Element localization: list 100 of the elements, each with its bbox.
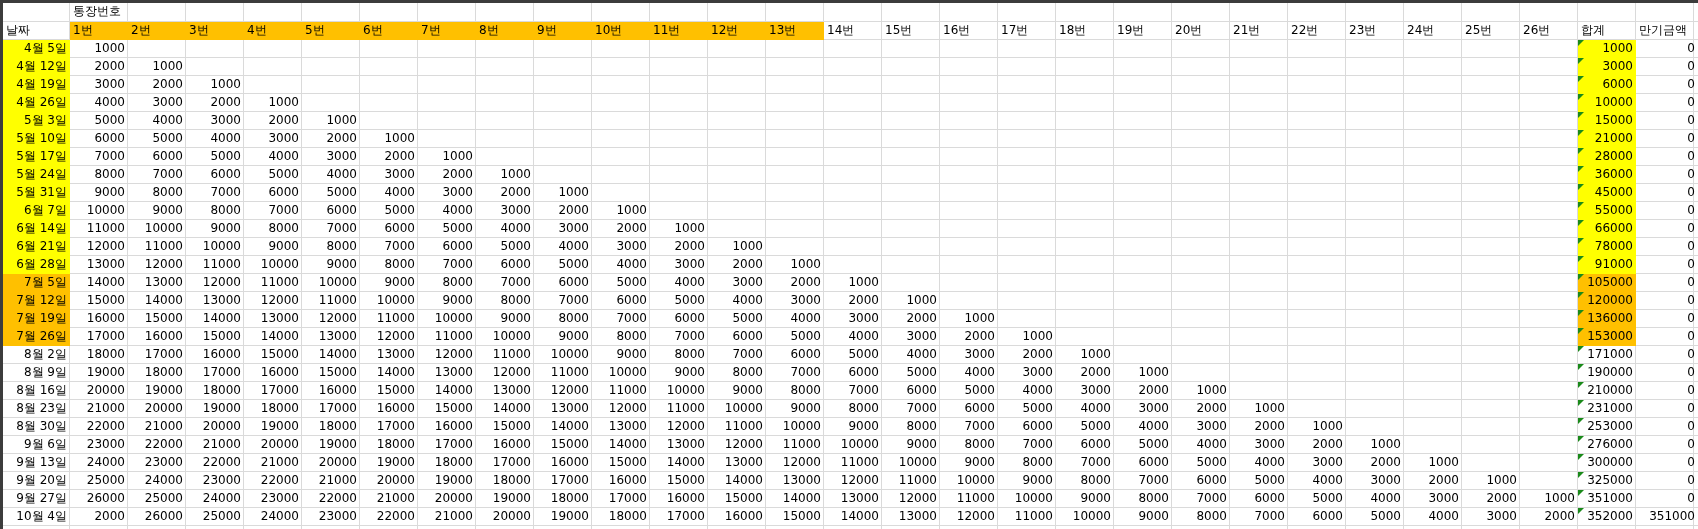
table-cell-text: 1000 [615, 202, 648, 219]
table-cell-text: 5000 [151, 130, 184, 147]
table-cell-text: 2000 [151, 76, 184, 93]
table-cell-text: 2000 [1485, 490, 1518, 507]
table-cell-text: 11000 [1013, 508, 1054, 525]
table-cell-text: 20000 [491, 508, 532, 525]
column-header: 8번 [476, 22, 534, 40]
table-cell-text: 10000 [665, 382, 706, 399]
table-cell-text: 11000 [723, 418, 764, 435]
table-cell-text: 7000 [673, 328, 706, 345]
table-cell-text: 190000 [1586, 364, 1634, 381]
table-cell-text: 1000 [673, 220, 706, 237]
table-cell-text: 15000 [201, 328, 242, 345]
column-header: 26번 [1522, 22, 1552, 39]
table-cell-text: 9000 [499, 310, 532, 327]
table-cell-text: 0 [1686, 130, 1696, 147]
table-cell-text: 20000 [85, 382, 126, 399]
table-cell-text: 276000 [1586, 436, 1634, 453]
table-cell-text: 19000 [259, 418, 300, 435]
table-cell-text: 4000 [1369, 490, 1402, 507]
table-cell-text: 7000 [789, 364, 822, 381]
table-cell-text: 6000 [151, 148, 184, 165]
table-cell-text: 20000 [143, 400, 184, 417]
table-cell: 45000 [1578, 184, 1636, 202]
table-cell-text: 12000 [491, 364, 532, 381]
table-cell-text: 22000 [143, 436, 184, 453]
table-cell-text: 6000 [731, 328, 764, 345]
table-cell-text: 8000 [267, 220, 300, 237]
table-cell-text: 0 [1686, 256, 1696, 273]
table-cell-text: 9000 [1137, 508, 1170, 525]
table-cell-text: 7000 [151, 166, 184, 183]
table-cell-text: 21000 [143, 418, 184, 435]
column-header: 12번 [708, 22, 766, 40]
table-cell-text: 3000 [557, 220, 590, 237]
table-cell-text: 0 [1686, 346, 1696, 363]
table-cell-text: 9000 [963, 454, 996, 471]
table-cell-text: 4000 [557, 238, 590, 255]
table-cell-text: 10000 [897, 454, 938, 471]
table-cell-text: 20000 [259, 436, 300, 453]
table-cell-text: 6000 [963, 400, 996, 417]
table-cell-text: 13000 [143, 274, 184, 291]
table-cell-text: 19000 [317, 436, 358, 453]
table-cell-text: 351000 [1648, 508, 1696, 525]
column-header: 1번 [70, 22, 128, 40]
column-header: 18번 [1058, 22, 1088, 39]
table-cell-text: 4000 [499, 220, 532, 237]
table-cell-text: 9000 [615, 346, 648, 363]
table-cell-text: 4000 [615, 256, 648, 273]
table-cell-text: 10000 [375, 292, 416, 309]
table-cell-text: 15000 [375, 382, 416, 399]
table-cell-text: 1000 [1543, 490, 1576, 507]
row-header: 9월 27일 [15, 490, 68, 507]
table-cell-text: 2000 [499, 184, 532, 201]
table-cell-text: 5000 [93, 112, 126, 129]
table-cell-text: 13000 [607, 418, 648, 435]
table-cell-text: 5000 [1369, 508, 1402, 525]
table-cell-text: 0 [1686, 202, 1696, 219]
table-cell-text: 13000 [375, 346, 416, 363]
table-cell-text: 14000 [839, 508, 880, 525]
table-cell-text: 15000 [665, 472, 706, 489]
table-cell-text: 12000 [549, 382, 590, 399]
table-cell-text: 17000 [491, 454, 532, 471]
row-header: 8월 16일 [15, 382, 68, 399]
table-cell-text: 15000 [549, 436, 590, 453]
column-header: 17번 [1000, 22, 1030, 39]
table-cell-text: 12000 [201, 274, 242, 291]
row-header: 6월 21일 [3, 238, 70, 256]
column-header: 6번 [360, 22, 418, 40]
table-cell-text: 2000 [209, 94, 242, 111]
table-cell-text: 14000 [375, 364, 416, 381]
column-header: 통장번호 [72, 3, 122, 20]
table-cell-text: 11000 [491, 346, 532, 363]
table-cell-text: 0 [1686, 220, 1696, 237]
table-cell-text: 11000 [201, 256, 242, 273]
table-cell-text: 12000 [85, 238, 126, 255]
table-cell-text: 5000 [1137, 436, 1170, 453]
table-cell-text: 8000 [1137, 490, 1170, 507]
table-cell-text: 1000 [267, 94, 300, 111]
table-cell-text: 16000 [723, 508, 764, 525]
row-header: 5월 10일 [3, 130, 70, 148]
table-cell-text: 16000 [85, 310, 126, 327]
table-cell-text: 7000 [615, 310, 648, 327]
table-cell-text: 1000 [963, 310, 996, 327]
table-cell-text: 16000 [143, 328, 184, 345]
table-cell-text: 14000 [317, 346, 358, 363]
table-cell-text: 16000 [491, 436, 532, 453]
table-cell-text: 9000 [557, 328, 590, 345]
table-cell-text: 5000 [963, 382, 996, 399]
table-cell-text: 8000 [847, 400, 880, 417]
table-cell-text: 14000 [607, 436, 648, 453]
table-cell: 153000 [1578, 328, 1636, 346]
table-cell-text: 1000 [151, 58, 184, 75]
table-cell-text: 3000 [847, 310, 880, 327]
table-cell-text: 231000 [1586, 400, 1634, 417]
table-cell-text: 4000 [789, 310, 822, 327]
table-cell-text: 17000 [433, 436, 474, 453]
table-cell-text: 6000 [1195, 472, 1228, 489]
table-cell-text: 2000 [557, 202, 590, 219]
table-cell-text: 2000 [93, 508, 126, 525]
table-cell: 6000 [1578, 76, 1636, 94]
